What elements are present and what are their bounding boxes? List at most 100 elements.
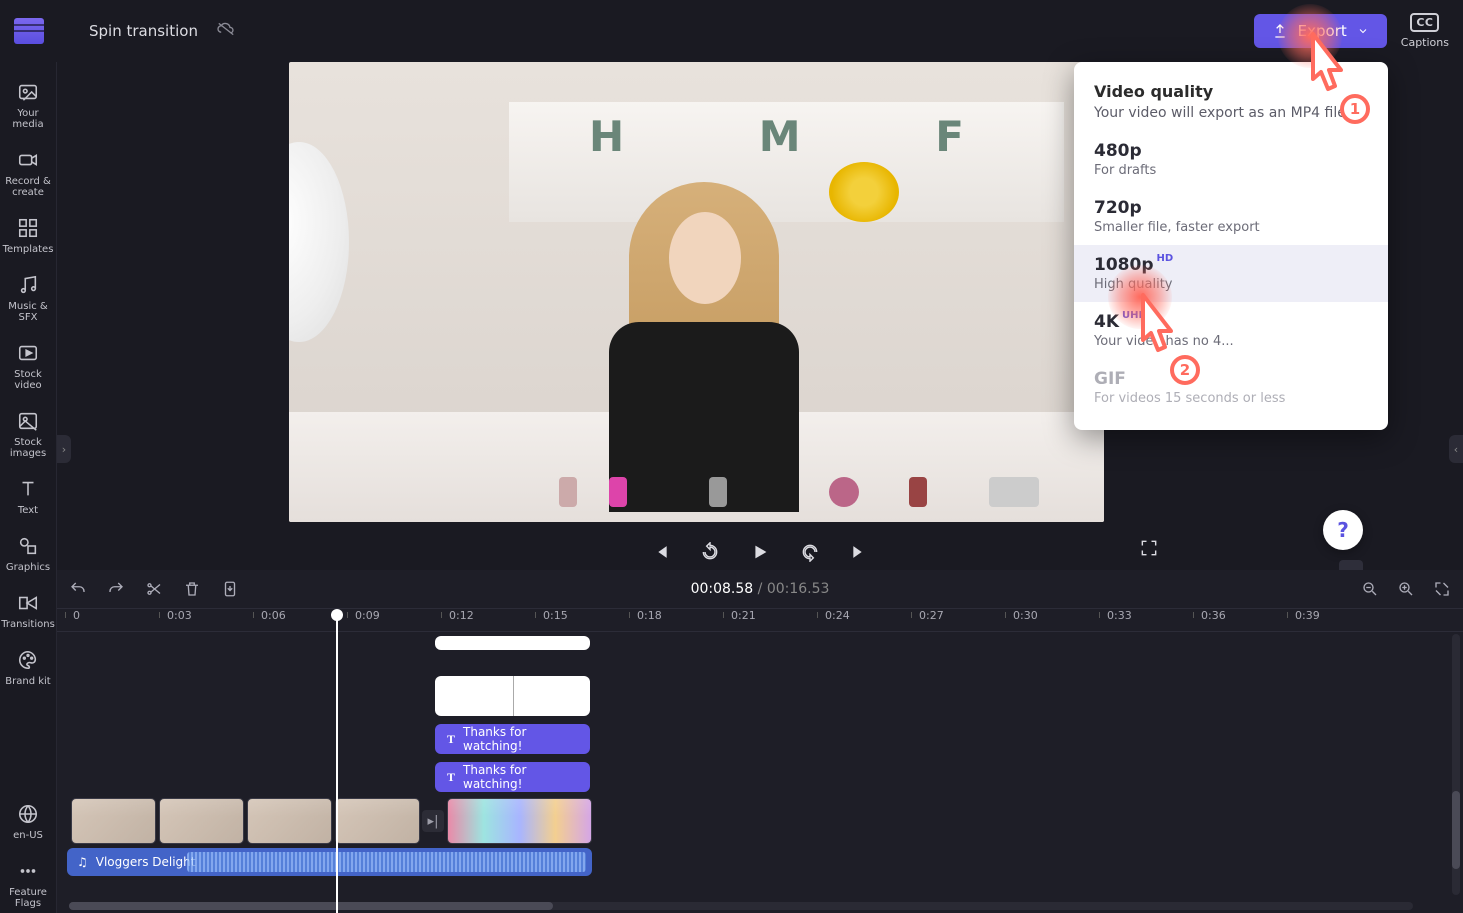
skip-back-button[interactable] bbox=[648, 540, 672, 564]
upload-icon bbox=[1272, 23, 1288, 39]
ruler-tick: 0:12 bbox=[449, 609, 474, 622]
zoom-out-button[interactable] bbox=[1361, 580, 1379, 598]
video-clip-thumb[interactable] bbox=[247, 798, 332, 844]
export-clip-button[interactable] bbox=[221, 580, 239, 598]
undo-button[interactable] bbox=[69, 580, 87, 598]
split-button[interactable] bbox=[145, 580, 163, 598]
play-button[interactable] bbox=[748, 540, 772, 564]
camera-icon bbox=[16, 148, 40, 172]
text-clip-label: Thanks for watching! bbox=[463, 763, 578, 791]
video-clip-thumb-holo[interactable] bbox=[447, 798, 592, 844]
transition-badge-icon[interactable]: ▸| bbox=[422, 810, 444, 832]
current-time: 00:08.58 bbox=[691, 581, 754, 597]
quality-option-720p[interactable]: 720p Smaller file, faster export bbox=[1074, 188, 1388, 245]
zoom-in-button[interactable] bbox=[1397, 580, 1415, 598]
ruler-tick: 0:21 bbox=[731, 609, 756, 622]
more-icon bbox=[16, 859, 40, 883]
rail-feature-flags[interactable]: Feature Flags bbox=[0, 855, 56, 913]
audio-clip[interactable]: ♫ Vloggers Delight bbox=[67, 848, 592, 876]
palette-icon bbox=[16, 648, 40, 672]
clip-white[interactable] bbox=[435, 676, 590, 716]
app-logo-icon[interactable] bbox=[14, 18, 44, 44]
rail-templates[interactable]: Templates bbox=[1, 212, 56, 259]
quality-label: 4K bbox=[1094, 312, 1119, 332]
ruler-tick: 0:24 bbox=[825, 609, 850, 622]
quality-option-1080p[interactable]: 1080pHD High quality bbox=[1074, 245, 1388, 302]
ruler-tick: 0:15 bbox=[543, 609, 568, 622]
rail-item-label: Record & create bbox=[2, 176, 54, 198]
rewind-button[interactable] bbox=[698, 540, 722, 564]
track-text-1[interactable]: T Thanks for watching! bbox=[67, 722, 1463, 756]
skip-forward-button[interactable] bbox=[848, 540, 872, 564]
video-preview[interactable]: H M F bbox=[289, 62, 1104, 522]
rail-item-label: Transitions bbox=[1, 619, 55, 630]
redo-button[interactable] bbox=[107, 580, 125, 598]
ruler-tick: 0:27 bbox=[919, 609, 944, 622]
transition-icon bbox=[16, 591, 40, 615]
horizontal-scrollbar[interactable] bbox=[69, 902, 1413, 910]
rail-text[interactable]: Text bbox=[14, 473, 42, 520]
video-clip-thumb[interactable] bbox=[71, 798, 156, 844]
top-bar: Spin transition Export CC Captions bbox=[0, 0, 1463, 62]
rail-your-media[interactable]: Your media bbox=[0, 76, 56, 134]
rail-item-label: Brand kit bbox=[5, 676, 50, 687]
rail-record-create[interactable]: Record & create bbox=[0, 144, 56, 202]
rail-stock-video[interactable]: Stock video bbox=[0, 337, 56, 395]
grid-icon bbox=[16, 216, 40, 240]
rail-language[interactable]: en-US bbox=[11, 798, 45, 845]
timeline-ruler[interactable]: 0 0:03 0:06 0:09 0:12 0:15 0:18 0:21 0:2… bbox=[57, 608, 1463, 632]
fullscreen-button[interactable] bbox=[1139, 538, 1163, 562]
quality-option-4k[interactable]: 4KUHD Your video has no 4... bbox=[1074, 302, 1388, 359]
cloud-off-icon[interactable] bbox=[216, 21, 236, 42]
clip-white-small[interactable] bbox=[435, 636, 590, 650]
fit-timeline-button[interactable] bbox=[1433, 580, 1451, 598]
ruler-tick: 0:03 bbox=[167, 609, 192, 622]
text-icon: T bbox=[447, 770, 455, 785]
project-title[interactable]: Spin transition bbox=[89, 22, 198, 40]
quality-option-gif[interactable]: GIF For videos 15 seconds or less bbox=[1074, 359, 1388, 416]
rail-item-label: Text bbox=[18, 505, 38, 516]
text-clip[interactable]: T Thanks for watching! bbox=[435, 762, 590, 792]
captions-label: Captions bbox=[1401, 36, 1449, 49]
ruler-tick: 0:39 bbox=[1295, 609, 1320, 622]
preview-decor-letters: H M F bbox=[589, 112, 1024, 161]
rail-graphics[interactable]: Graphics bbox=[4, 530, 52, 577]
ruler-tick: 0:18 bbox=[637, 609, 662, 622]
export-button-label: Export bbox=[1298, 22, 1347, 40]
scrollbar-thumb[interactable] bbox=[1452, 791, 1460, 869]
image-folder-icon bbox=[16, 80, 40, 104]
rail-stock-images[interactable]: Stock images bbox=[0, 405, 56, 463]
text-icon: T bbox=[447, 732, 455, 747]
track-audio[interactable]: ♫ Vloggers Delight bbox=[67, 848, 1463, 876]
quality-option-480p[interactable]: 480p For drafts bbox=[1074, 131, 1388, 188]
vertical-scrollbar[interactable] bbox=[1452, 634, 1460, 895]
rail-brand-kit[interactable]: Brand kit bbox=[3, 644, 52, 691]
export-quality-dropdown: Video quality Your video will export as … bbox=[1074, 62, 1388, 430]
total-time: 00:16.53 bbox=[767, 581, 830, 597]
quality-desc: Smaller file, faster export bbox=[1094, 220, 1368, 235]
video-clip-thumb[interactable] bbox=[335, 798, 420, 844]
rail-item-label: Feature Flags bbox=[2, 887, 54, 909]
ruler-tick: 0:36 bbox=[1201, 609, 1226, 622]
delete-button[interactable] bbox=[183, 580, 201, 598]
hd-badge: HD bbox=[1156, 253, 1173, 264]
forward-button[interactable] bbox=[798, 540, 822, 564]
video-clip-thumb[interactable] bbox=[159, 798, 244, 844]
playhead[interactable] bbox=[336, 610, 338, 913]
timeline-tracks: T Thanks for watching! T Thanks for watc… bbox=[57, 632, 1463, 876]
track-text-2[interactable]: T Thanks for watching! bbox=[67, 760, 1463, 794]
help-button[interactable]: ? bbox=[1323, 510, 1363, 550]
quality-desc: For videos 15 seconds or less bbox=[1094, 391, 1368, 406]
export-button[interactable]: Export bbox=[1254, 14, 1387, 48]
quality-label: GIF bbox=[1094, 369, 1126, 389]
rail-item-label: Stock images bbox=[2, 437, 54, 459]
rail-transitions[interactable]: Transitions bbox=[0, 587, 57, 634]
captions-button[interactable]: CC Captions bbox=[1401, 13, 1449, 49]
dropdown-heading: Video quality bbox=[1074, 76, 1388, 105]
track-overlay-1[interactable] bbox=[67, 636, 1463, 670]
rail-music-sfx[interactable]: Music & SFX bbox=[0, 269, 56, 327]
text-clip[interactable]: T Thanks for watching! bbox=[435, 724, 590, 754]
track-video[interactable]: ▸| bbox=[67, 798, 1463, 844]
track-overlay-2[interactable] bbox=[67, 674, 1463, 718]
scrollbar-thumb[interactable] bbox=[69, 902, 553, 910]
